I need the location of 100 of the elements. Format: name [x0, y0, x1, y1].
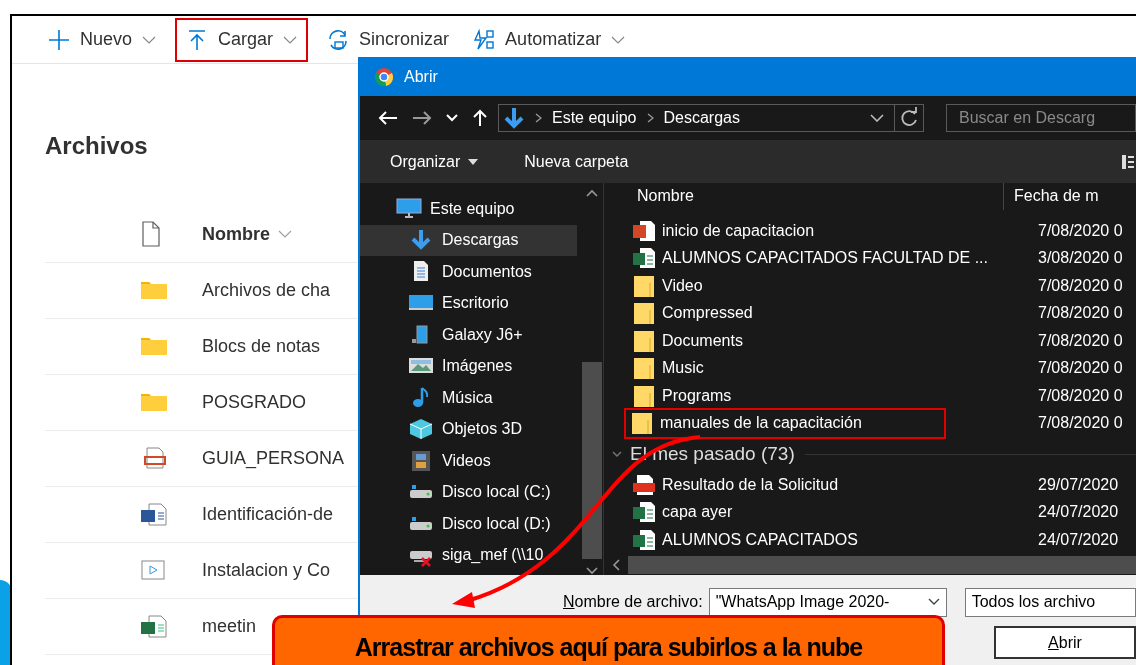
file-item[interactable]: ALUMNOS CAPACITADOS — [628, 526, 1038, 554]
file-item[interactable]: Music — [628, 354, 1038, 382]
command-button[interactable]: Nueva carpeta — [524, 149, 629, 174]
folder-icon — [140, 335, 168, 358]
file-item[interactable]: manuales de la capacitación — [626, 409, 944, 437]
cube-icon — [408, 417, 434, 442]
column-header[interactable]: Nombre — [202, 220, 292, 248]
word-document-icon — [140, 503, 168, 526]
file-name[interactable]: GUIA_PERSONA — [202, 445, 345, 472]
date-cell-text: 7/08/2020 0 — [1038, 413, 1123, 434]
nav-item[interactable]: Este equipo — [360, 193, 577, 225]
search-field[interactable]: Buscar en Descarg — [946, 104, 1136, 132]
file-item[interactable]: Video — [628, 272, 1038, 300]
nav-item[interactable]: Documentos — [360, 256, 577, 288]
folder-icon — [140, 391, 168, 414]
up-icon[interactable] — [472, 109, 488, 127]
spreadsheet-icon — [632, 528, 656, 551]
date-cell-text: 7/08/2020 0 — [1038, 330, 1123, 351]
spreadsheet-icon — [632, 247, 656, 270]
column-header[interactable]: Fecha de m — [1004, 183, 1099, 210]
file-item[interactable]: Compressed — [628, 299, 1038, 327]
nav-item[interactable]: Galaxy J6+ — [360, 319, 577, 351]
nav-item[interactable]: Descargas — [360, 224, 577, 256]
column-header[interactable]: Nombre — [604, 183, 1004, 210]
file-name[interactable]: meetin — [202, 613, 257, 640]
caret-icon — [278, 230, 292, 238]
presentation-icon — [632, 219, 656, 242]
file-item[interactable]: ALUMNOS CAPACITADOS FACULTAD DE ... — [628, 244, 1038, 272]
toolbar-button[interactable]: Cargar — [176, 18, 308, 61]
date-cell-text: 7/08/2020 0 — [1038, 303, 1123, 324]
file-item[interactable]: Documents — [628, 327, 1038, 355]
folder-icon — [632, 329, 656, 352]
dropdown-icon — [870, 114, 884, 122]
callout-banner: Arrastrar archivos aquí para subirlos a la nube — [272, 615, 945, 665]
field-label: Nombre de archivo: — [563, 592, 703, 612]
flow-icon — [473, 28, 496, 51]
file-item[interactable]: Resultado de la Solicitud — [628, 471, 1038, 499]
date-cell-text: 7/08/2020 0 — [1038, 385, 1123, 406]
file-name[interactable]: Archivos de cha — [202, 277, 331, 304]
scrollbar-thumb[interactable] — [628, 556, 1136, 574]
toolbar-button[interactable]: Nuevo — [44, 18, 161, 61]
file-type-dropdown[interactable]: Todos los archivo — [964, 587, 1136, 617]
date-cell-text: 29/07/2020 — [1038, 474, 1119, 495]
forward-icon[interactable] — [412, 110, 432, 126]
nav-item[interactable]: Objetos 3D — [360, 413, 577, 445]
monitor-icon — [396, 196, 422, 221]
video-file-icon — [140, 559, 168, 582]
nav-item[interactable]: Música — [360, 382, 577, 414]
toolbar-button[interactable]: Automatizar — [469, 18, 630, 61]
open-button[interactable]: Abrir — [994, 626, 1136, 659]
app-icon — [374, 66, 394, 87]
chevron-down-icon[interactable] — [446, 114, 458, 122]
file-name[interactable]: Identificación-de — [202, 501, 334, 528]
chevron-right-icon — [535, 113, 542, 123]
nav-item[interactable]: Disco local (D:) — [360, 508, 577, 540]
address-bar[interactable]: Este equipo Descargas — [498, 104, 924, 132]
date-cell-text: 7/08/2020 0 — [1038, 358, 1123, 379]
scrollbar-thumb[interactable] — [582, 362, 602, 559]
file-item[interactable]: Programs — [628, 382, 1038, 410]
nav-item[interactable]: Disco local (C:) — [360, 476, 577, 508]
scroll-left-icon — [612, 559, 620, 571]
nav-item[interactable]: Imágenes — [360, 350, 577, 382]
dropdown-icon — [927, 598, 940, 606]
date-cell-text: 7/08/2020 0 — [1038, 275, 1123, 296]
view-options-icon[interactable] — [1122, 153, 1134, 170]
folder-icon — [632, 302, 656, 325]
scroll-down-icon — [586, 567, 598, 575]
spreadsheet-icon — [632, 501, 656, 524]
toolbar-button[interactable]: Sincronizar — [323, 18, 454, 61]
folder-icon — [632, 274, 656, 297]
plus-icon — [48, 28, 70, 51]
date-cell-text: 24/07/2020 — [1038, 502, 1119, 523]
file-type-icon — [140, 221, 162, 247]
nav-item[interactable]: Escritorio — [360, 287, 577, 319]
filename-field[interactable]: "WhatsApp Image 2020- — [708, 587, 947, 617]
breadcrumb-item[interactable]: Este equipo — [552, 106, 637, 130]
nav-item[interactable]: siga_mef (\\10 — [360, 539, 577, 571]
folder-icon — [632, 384, 656, 407]
file-name[interactable]: Blocs de notas — [202, 333, 321, 360]
window-title: Abrir — [404, 66, 438, 87]
download-icon — [503, 107, 525, 129]
file-item[interactable]: capa ayer — [628, 498, 1038, 526]
sync-icon — [327, 28, 350, 51]
page-title: Archivos — [45, 131, 148, 161]
date-cell-text: 7/08/2020 0 — [1038, 220, 1123, 241]
pdf-icon — [632, 473, 656, 496]
date-cell-text: 3/08/2020 0 — [1038, 248, 1123, 269]
command-button[interactable]: Organizar — [390, 149, 479, 174]
chevron-down-icon — [612, 449, 622, 459]
folder-icon — [630, 412, 654, 435]
folder-icon — [140, 279, 168, 302]
file-name[interactable]: Instalacion y Co — [202, 557, 331, 584]
scroll-up-icon — [586, 189, 598, 197]
file-name[interactable]: POSGRADO — [202, 389, 307, 416]
nav-item[interactable]: Videos — [360, 445, 577, 477]
file-item[interactable]: inicio de capacitacion — [628, 217, 1038, 245]
breadcrumb-item[interactable]: Descargas — [663, 106, 740, 130]
chevron-right-icon — [646, 113, 654, 123]
back-icon[interactable] — [378, 110, 398, 126]
date-cell-text: 24/07/2020 — [1038, 529, 1119, 550]
